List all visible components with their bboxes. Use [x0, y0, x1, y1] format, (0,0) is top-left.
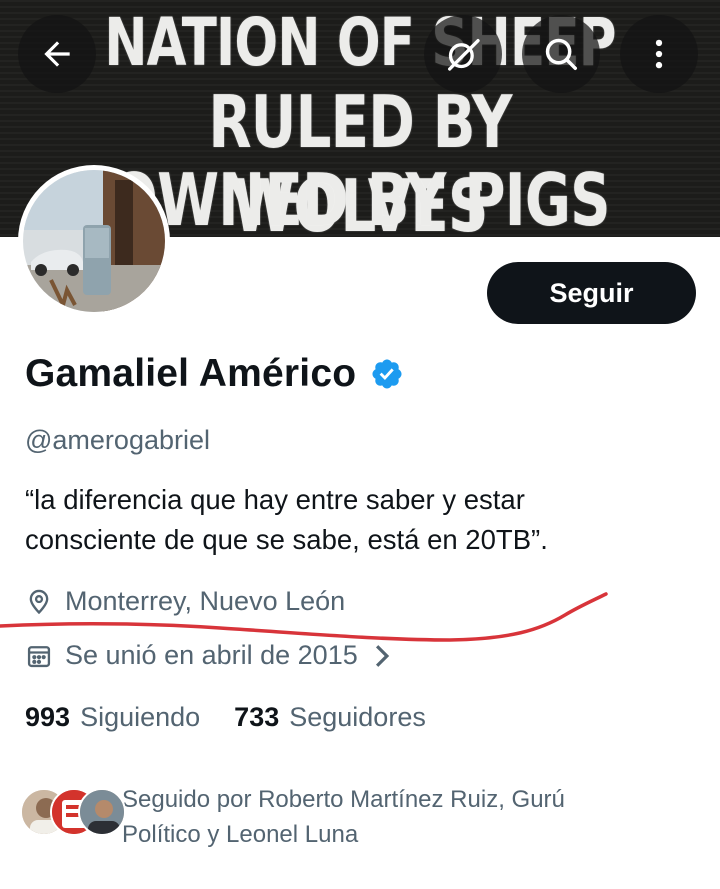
- joined-text: Se unió en abril de 2015: [65, 640, 358, 670]
- followers-count[interactable]: 733 Seguidores: [234, 702, 426, 733]
- grok-button[interactable]: [424, 15, 502, 93]
- followed-by[interactable]: Seguido por Roberto Martínez Ruiz, Gurú …: [20, 782, 642, 852]
- more-vertical-icon: [655, 39, 663, 69]
- followers-number: 733: [234, 702, 280, 732]
- following-number: 993: [25, 702, 71, 732]
- profile-handle: @amerogabriel: [25, 425, 210, 455]
- grok-icon: [448, 39, 480, 71]
- search-button[interactable]: [522, 15, 600, 93]
- search-icon: [545, 38, 577, 70]
- profile-stats: 993 Siguiendo 733 Seguidores: [25, 702, 460, 733]
- chevron-right-icon: [375, 644, 389, 667]
- location-pin-icon: [29, 589, 49, 614]
- back-button[interactable]: [18, 15, 96, 93]
- profile-bio: “la diferencia que hay entre saber y est…: [25, 480, 685, 560]
- profile-name-row: Gamaliel Américo: [25, 352, 404, 396]
- followers-label: Seguidores: [289, 702, 426, 732]
- profile-avatar[interactable]: [18, 165, 170, 317]
- bio-line-1: “la diferencia que hay entre saber y est…: [25, 484, 525, 515]
- follow-button[interactable]: Seguir: [487, 262, 696, 324]
- followed-by-avatars: [20, 788, 126, 848]
- profile-joined-date[interactable]: Se unió en abril de 2015: [25, 640, 404, 671]
- location-text: Monterrey, Nuevo León: [65, 586, 346, 616]
- verified-badge-icon[interactable]: [370, 357, 404, 391]
- arrow-left-icon: [44, 41, 70, 67]
- calendar-icon: [27, 645, 51, 667]
- avatar-image: [23, 170, 165, 312]
- more-options-button[interactable]: [620, 15, 698, 93]
- profile-name: Gamaliel Américo: [25, 352, 357, 395]
- follower-avatar-3: [78, 788, 126, 836]
- bio-line-2: consciente de que se sabe, está en 20TB”…: [25, 524, 548, 555]
- following-label: Siguiendo: [80, 702, 201, 732]
- followed-by-text: Seguido por Roberto Martínez Ruiz, Gurú …: [122, 786, 565, 848]
- following-count[interactable]: 993 Siguiendo: [25, 702, 200, 733]
- profile-location: Monterrey, Nuevo León: [25, 586, 345, 617]
